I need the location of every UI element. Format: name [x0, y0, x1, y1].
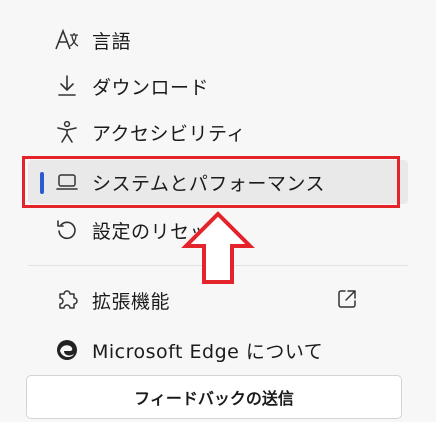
menu-item-language[interactable]: 言語	[28, 18, 408, 62]
menu-item-label: 設定のリセット	[92, 220, 229, 243]
extensions-icon	[54, 287, 80, 313]
menu-item-downloads[interactable]: ダウンロード	[28, 64, 408, 108]
selection-indicator	[40, 172, 44, 194]
reset-icon	[54, 217, 80, 243]
menu-item-about-edge[interactable]: Microsoft Edge について	[28, 328, 408, 372]
menu-item-label: 言語	[92, 30, 132, 53]
send-feedback-button[interactable]: フィードバックの送信	[26, 375, 402, 419]
laptop-icon	[54, 169, 80, 195]
menu-item-label: Microsoft Edge について	[92, 340, 324, 363]
menu-item-reset-settings[interactable]: 設定のリセット	[28, 208, 408, 252]
menu-item-system-performance[interactable]: システムとパフォーマンス	[28, 160, 408, 204]
menu-item-label: アクセシビリティ	[92, 122, 246, 145]
external-link-icon	[336, 288, 358, 310]
language-icon	[54, 27, 80, 53]
menu-item-label: システムとパフォーマンス	[92, 172, 326, 195]
menu-item-accessibility[interactable]: アクセシビリティ	[28, 110, 408, 154]
menu-divider	[28, 265, 408, 266]
download-icon	[54, 73, 80, 99]
edge-logo-icon	[54, 337, 80, 363]
menu-item-label: ダウンロード	[92, 76, 210, 99]
accessibility-icon	[54, 119, 80, 145]
menu-item-extensions[interactable]: 拡張機能	[28, 278, 408, 322]
menu-item-label: 拡張機能	[92, 290, 171, 313]
